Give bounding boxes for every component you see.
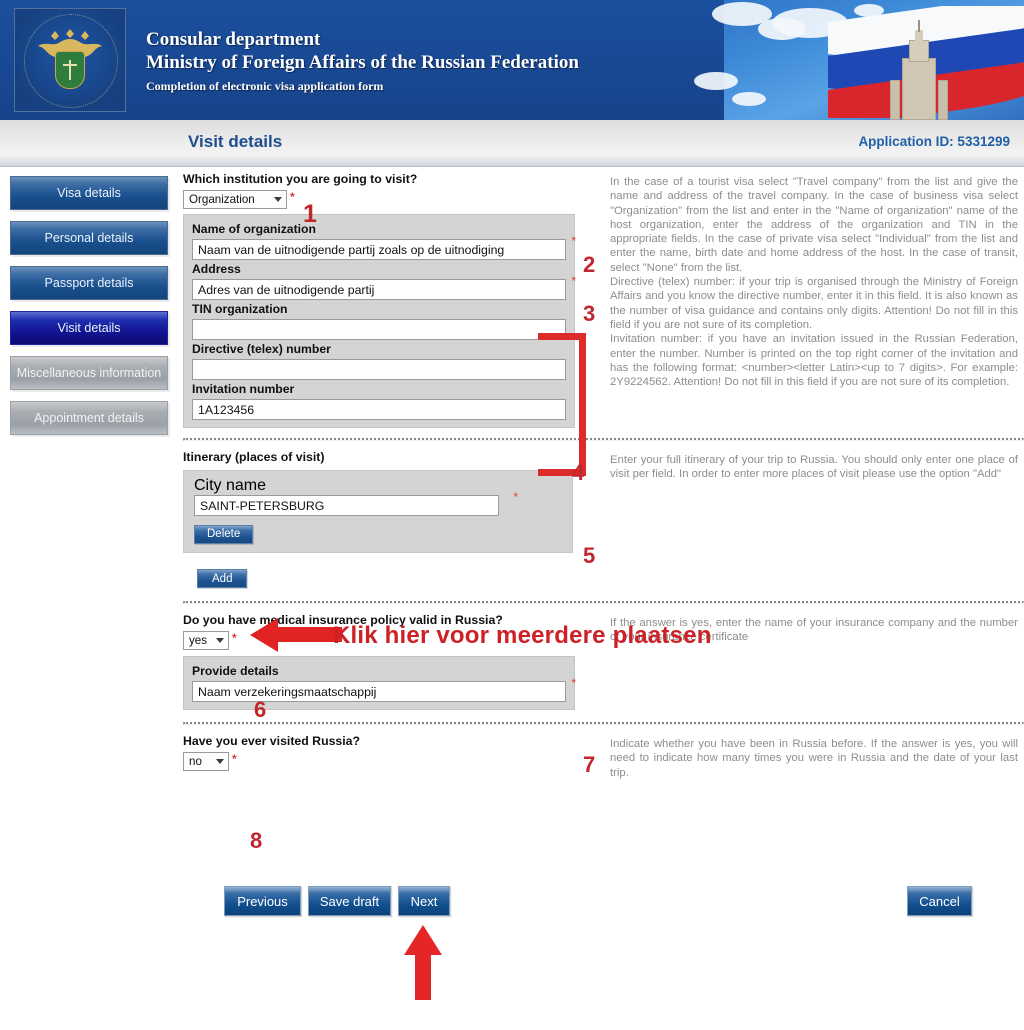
- directive-telex-number-input[interactable]: [192, 359, 566, 380]
- page-title: Visit details: [188, 132, 283, 151]
- annotation-number-8: 8: [250, 828, 263, 853]
- required-asterisk: *: [571, 676, 576, 690]
- invitation-number-input[interactable]: 1A123456: [192, 399, 566, 420]
- itinerary-help-paragraph: Enter your full itinerary of your trip t…: [610, 454, 1018, 481]
- field-label-provide-details: Provide details: [192, 664, 279, 678]
- institution-help: In the case of a tourist visa select "Tr…: [603, 172, 1018, 428]
- required-asterisk: *: [232, 631, 237, 645]
- organization-fields-panel: Name of organization Naam van de uitnodi…: [183, 214, 576, 428]
- address-input[interactable]: Adres van de uitnodigende partij: [192, 279, 566, 300]
- institution-type-value: Organization: [189, 193, 255, 206]
- sidebar-item-visit-details[interactable]: Visit details: [10, 311, 168, 345]
- insurance-yesno-select[interactable]: yes: [183, 631, 229, 650]
- sidebar-item-label: Personal details: [44, 231, 134, 245]
- section-institution: Which institution you are going to visit…: [183, 172, 1024, 428]
- tin-organization-input[interactable]: [192, 319, 566, 340]
- visited-russia-question: Have you ever visited Russia?: [183, 734, 361, 748]
- insurance-question: Do you have medical insurance policy val…: [183, 613, 503, 627]
- previous-button[interactable]: Previous: [224, 886, 301, 916]
- russian-mfa-emblem-icon: [14, 8, 126, 112]
- insurance-form: Do you have medical insurance policy val…: [183, 613, 603, 710]
- annotation-arrow-up: [404, 925, 442, 1000]
- add-city-button[interactable]: Add: [197, 569, 248, 588]
- institution-question: Which institution you are going to visit…: [183, 172, 418, 186]
- banner-title-block: Consular department Ministry of Foreign …: [146, 28, 579, 95]
- sidebar-item-visa-details[interactable]: Visa details: [10, 176, 168, 210]
- institution-form: Which institution you are going to visit…: [183, 172, 603, 428]
- section-divider: [183, 722, 1024, 725]
- section-divider: [183, 601, 1024, 604]
- required-asterisk: *: [232, 752, 237, 766]
- sidebar-item-label: Visit details: [57, 321, 121, 335]
- required-asterisk: *: [571, 234, 576, 248]
- field-label-invitation-number: Invitation number: [192, 382, 295, 396]
- chevron-down-icon: [274, 197, 282, 202]
- visited-russia-help: Indicate whether you have been in Russia…: [603, 734, 1018, 780]
- itinerary-title: Itinerary (places of visit): [183, 450, 325, 464]
- required-asterisk: *: [571, 274, 576, 288]
- next-button[interactable]: Next: [398, 886, 450, 916]
- visited-russia-yesno-select[interactable]: no: [183, 752, 229, 771]
- sidebar-item-label: Visa details: [57, 186, 121, 200]
- itinerary-form: Itinerary (places of visit) City name SA…: [183, 450, 603, 588]
- visited-russia-form: Have you ever visited Russia? no *: [183, 734, 603, 780]
- mfa-tower-image: [888, 20, 950, 120]
- sidebar-item-personal-details[interactable]: Personal details: [10, 221, 168, 255]
- delete-city-button[interactable]: Delete: [194, 524, 254, 544]
- insurance-yesno-value: yes: [189, 634, 208, 647]
- chevron-down-icon: [216, 759, 224, 764]
- site-banner: Consular department Ministry of Foreign …: [0, 0, 1024, 120]
- section-itinerary: Itinerary (places of visit) City name SA…: [183, 450, 1024, 588]
- cancel-button[interactable]: Cancel: [907, 886, 972, 916]
- required-asterisk: *: [290, 190, 295, 204]
- sidebar-nav: Visa details Personal details Passport d…: [10, 176, 170, 446]
- required-asterisk: *: [513, 490, 518, 504]
- field-label-city-name: City name: [194, 477, 267, 494]
- insurance-help-paragraph: If the answer is yes, enter the name of …: [610, 617, 1018, 644]
- institution-type-select[interactable]: Organization: [183, 190, 287, 209]
- field-label-directive-telex-number: Directive (telex) number: [192, 342, 331, 356]
- visited-russia-yesno-value: no: [189, 755, 202, 768]
- institution-help-paragraph-1: In the case of a tourist visa select "Tr…: [610, 176, 1018, 274]
- section-visited-russia: Have you ever visited Russia? no * Indic…: [183, 734, 1024, 780]
- visited-russia-help-paragraph: Indicate whether you have been in Russia…: [610, 738, 1018, 779]
- chevron-down-icon: [216, 638, 224, 643]
- insurance-help: If the answer is yes, enter the name of …: [603, 613, 1018, 710]
- field-label-address: Address: [192, 262, 241, 276]
- save-draft-button[interactable]: Save draft: [308, 886, 391, 916]
- insurance-details-input[interactable]: Naam verzekeringsmaatschappij: [192, 681, 566, 702]
- institution-help-paragraph-3: Invitation number: if you have an invita…: [610, 333, 1018, 389]
- city-name-input[interactable]: SAINT-PETERSBURG: [194, 495, 499, 516]
- field-label-tin-organization: TIN organization: [192, 302, 288, 316]
- section-divider: [183, 438, 1024, 441]
- main-content: Which institution you are going to visit…: [183, 172, 1024, 780]
- application-id: Application ID: 5331299: [858, 134, 1010, 149]
- itinerary-entry-panel: City name SAINT-PETERSBURG * Delete: [183, 470, 573, 553]
- itinerary-help: Enter your full itinerary of your trip t…: [603, 450, 1018, 588]
- institution-help-paragraph-2: Directive (telex) number: if your trip i…: [610, 276, 1018, 331]
- banner-line-2: Ministry of Foreign Affairs of the Russi…: [146, 52, 579, 73]
- page-subheader: Visit details Application ID: 5331299: [0, 120, 1024, 167]
- sidebar-item-label: Miscellaneous information: [16, 366, 162, 380]
- field-label-name-of-organization: Name of organization: [192, 222, 316, 236]
- sidebar-item-miscellaneous-information[interactable]: Miscellaneous information: [10, 356, 168, 390]
- sidebar-item-label: Appointment details: [34, 411, 144, 425]
- section-insurance: Do you have medical insurance policy val…: [183, 613, 1024, 710]
- name-of-organization-input[interactable]: Naam van de uitnodigende partij zoals op…: [192, 239, 566, 260]
- sidebar-item-passport-details[interactable]: Passport details: [10, 266, 168, 300]
- visa-application-page: Consular department Ministry of Foreign …: [0, 0, 1024, 1030]
- sidebar-item-label: Passport details: [44, 276, 134, 290]
- form-action-bar: Previous Save draft Next Cancel: [183, 886, 1024, 920]
- sidebar-item-appointment-details[interactable]: Appointment details: [10, 401, 168, 435]
- banner-line-1: Consular department: [146, 29, 321, 50]
- insurance-details-panel: Provide details Naam verzekeringsmaatsch…: [183, 656, 576, 710]
- banner-line-3: Completion of electronic visa applicatio…: [146, 79, 384, 93]
